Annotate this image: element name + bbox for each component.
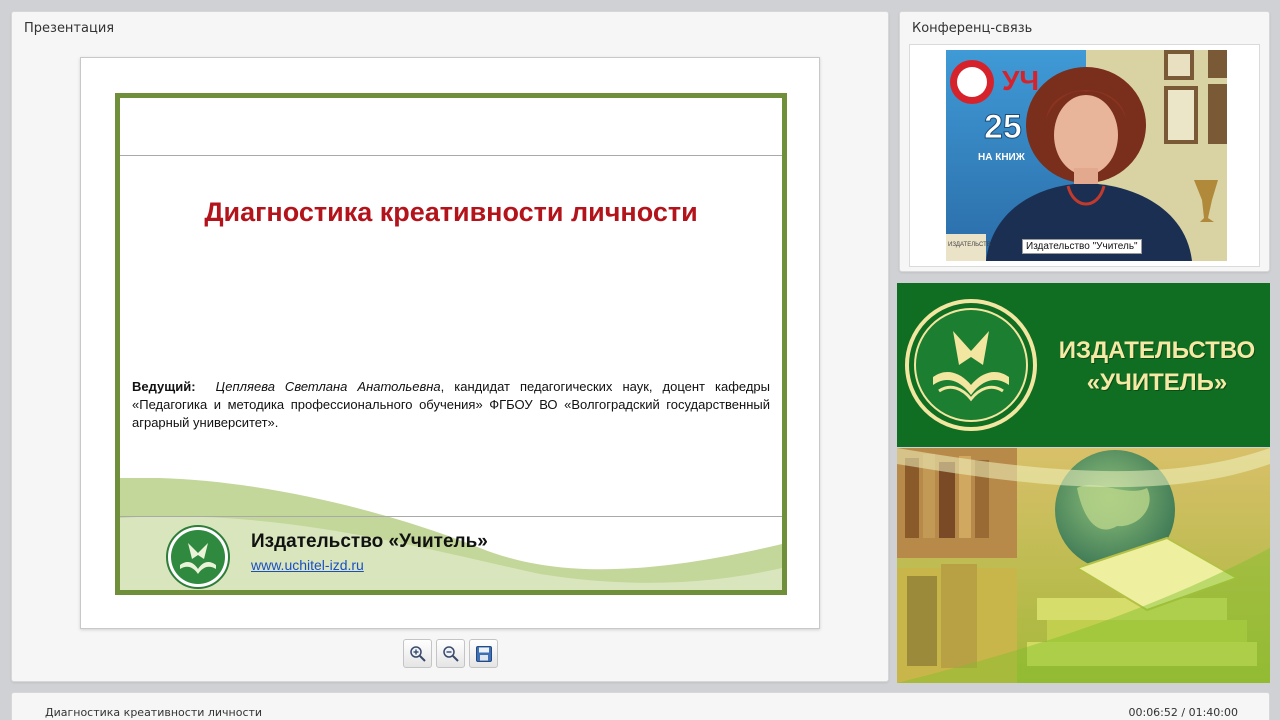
slide-toolbar [403, 639, 498, 668]
zoom-out-button[interactable] [436, 639, 465, 668]
status-presentation-title: Диагностика креативности личности [45, 706, 263, 719]
slide-publisher-link[interactable]: www.uchitel-izd.ru [251, 557, 364, 573]
banner-text: ИЗДАТЕЛЬСТВО «УЧИТЕЛЬ» [1047, 335, 1267, 399]
publisher-logo-icon [166, 525, 230, 589]
slide-title: Диагностика креативности личности [204, 197, 698, 227]
slide-divider-top [120, 155, 782, 156]
conference-panel-title: Конференц-связь [912, 21, 1033, 36]
video-frame: УЧ 25 НА КНИЖ ИЗДАТЕЛЬСТВ Издательство "… [909, 44, 1260, 267]
presenter-name: Цепляева Светлана Анатольевна [215, 379, 441, 394]
publisher-banner[interactable]: ИЗДАТЕЛЬСТВО «УЧИТЕЛЬ» [897, 283, 1270, 683]
svg-text:НА КНИЖ: НА КНИЖ [978, 152, 1026, 163]
banner-line-1: ИЗДАТЕЛЬСТВО [1058, 337, 1256, 364]
svg-text:25: 25 [984, 108, 1022, 146]
status-bar: Диагностика креативности личности 00:06:… [11, 692, 1270, 720]
banner-books-image [897, 448, 1270, 683]
slide-frame: Диагностика креативности личности Ведущи… [115, 93, 787, 595]
save-button[interactable] [469, 639, 498, 668]
banner-line-2: «УЧИТЕЛЬ» [1086, 369, 1228, 396]
slide-presenter-text: Ведущий: Цепляева Светлана Анатольевна, … [132, 378, 770, 432]
presentation-panel: Презентация Диагностика креативности лич… [11, 11, 889, 682]
presenter-label: Ведущий: [132, 379, 196, 394]
zoom-in-button[interactable] [403, 639, 432, 668]
save-icon [475, 645, 492, 662]
presentation-panel-title: Презентация [24, 21, 115, 36]
status-playback-time: 00:06:52 / 01:40:00 [1128, 706, 1238, 719]
participant-label: Издательство "Учитель" [1022, 239, 1142, 254]
participant-video[interactable]: УЧ 25 НА КНИЖ ИЗДАТЕЛЬСТВ Издательство "… [946, 50, 1227, 261]
conference-panel: Конференц-связь УЧ 25 НА КНИЖ ИЗДАТЕЛЬСТ… [899, 11, 1270, 272]
slide-publisher-name: Издательство «Учитель» [251, 531, 488, 552]
banner-logo-icon [905, 299, 1037, 431]
zoom-out-icon [442, 645, 459, 662]
slide-page: Диагностика креативности личности Ведущи… [80, 57, 820, 629]
svg-text:ИЗДАТЕЛЬСТВ: ИЗДАТЕЛЬСТВ [948, 242, 991, 248]
zoom-in-icon [409, 645, 426, 662]
slide-divider-bottom [120, 516, 782, 517]
webcam-image: УЧ 25 НА КНИЖ ИЗДАТЕЛЬСТВ [946, 50, 1227, 261]
banner-header: ИЗДАТЕЛЬСТВО «УЧИТЕЛЬ» [897, 283, 1270, 447]
svg-text:УЧ: УЧ [1002, 65, 1039, 96]
